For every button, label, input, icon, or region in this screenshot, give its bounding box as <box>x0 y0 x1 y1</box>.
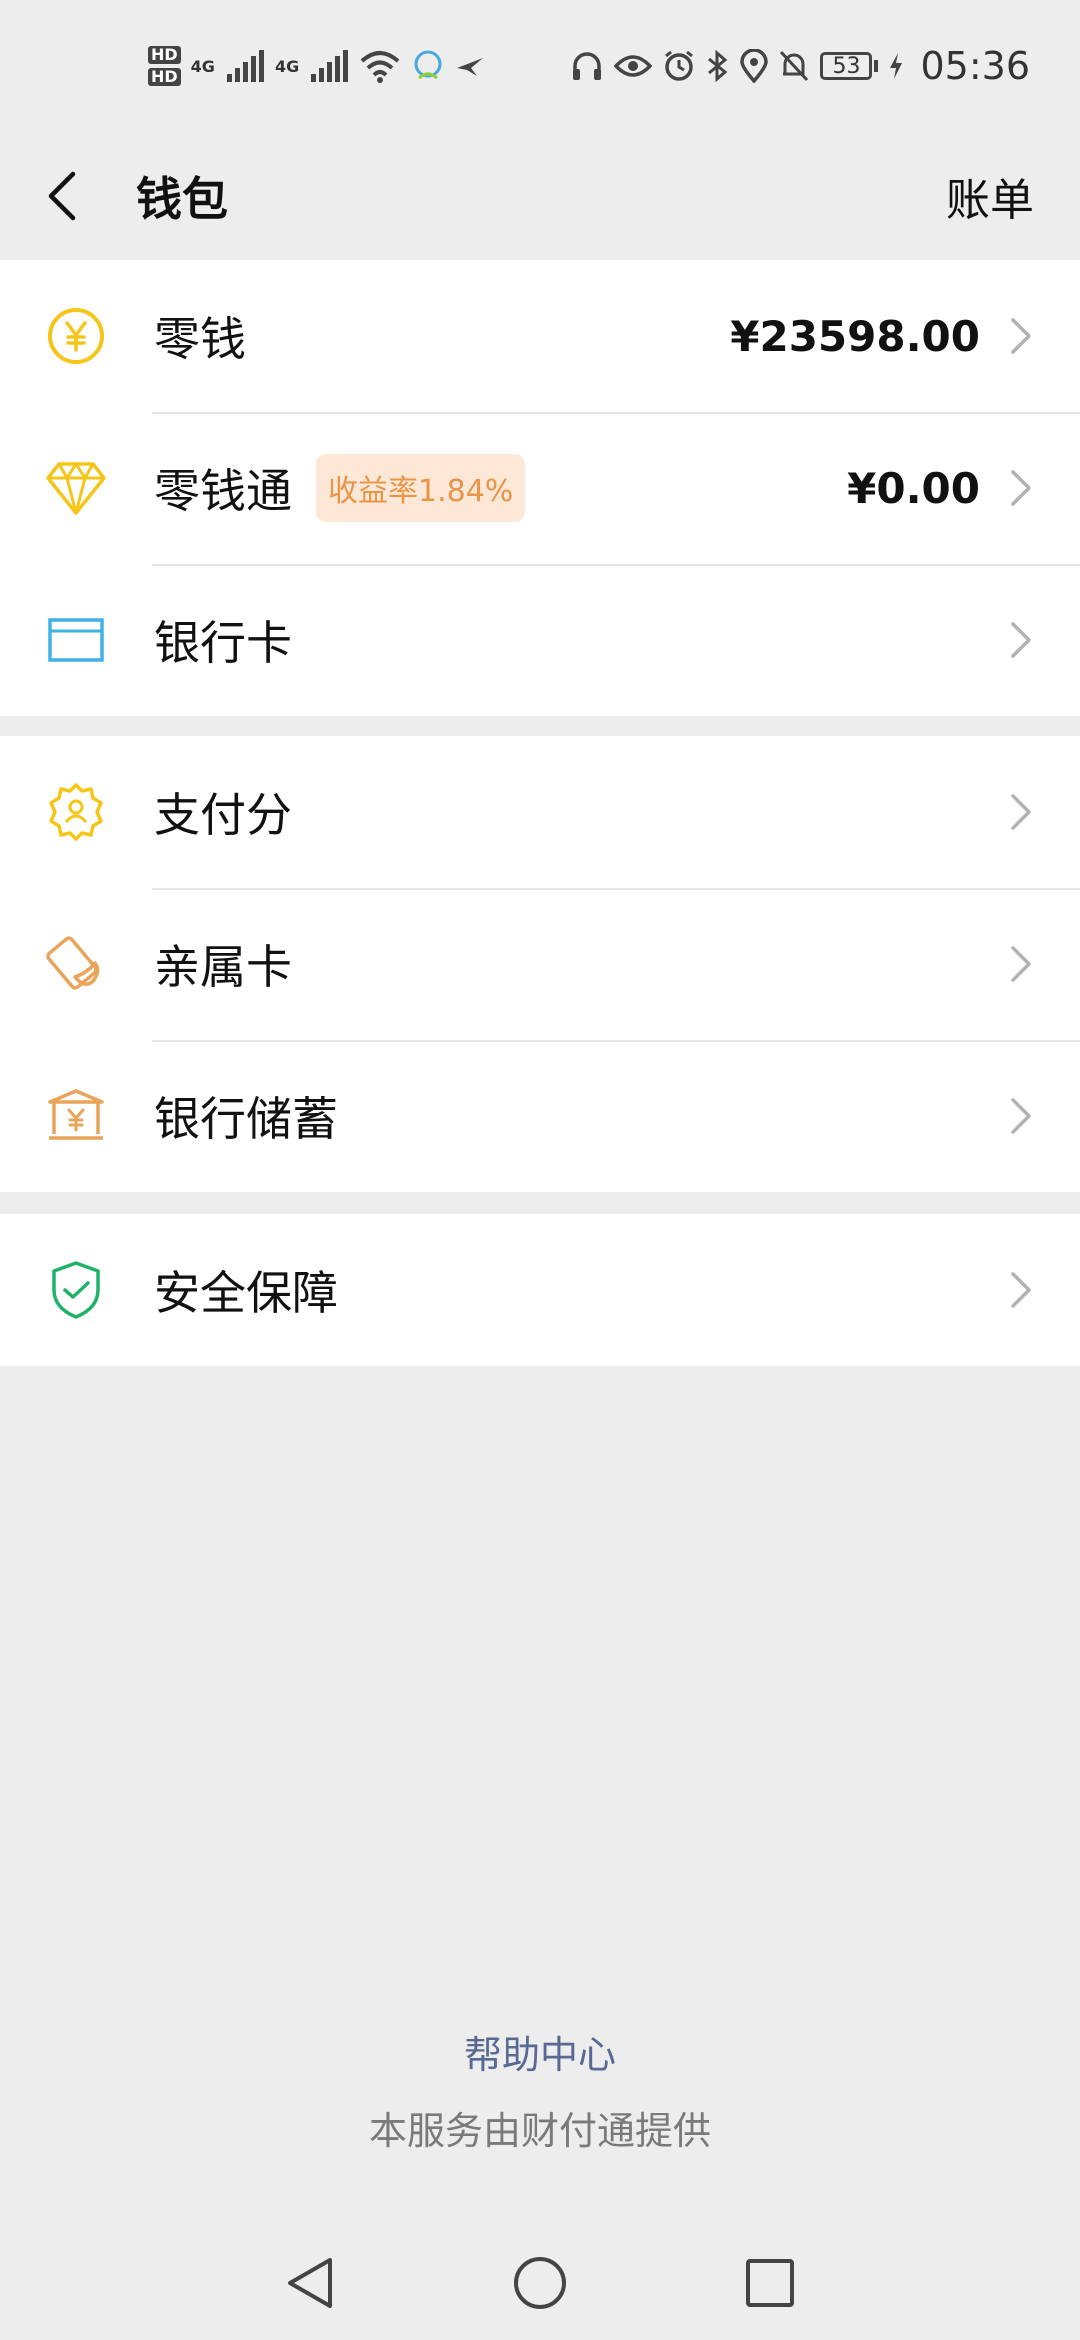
family-card-icon <box>44 932 108 996</box>
row-label: 亲属卡 <box>154 940 292 994</box>
row-bank-savings[interactable]: 银行储蓄 <box>0 1040 1080 1192</box>
signal-icon <box>311 50 349 82</box>
security-group: 安全保障 <box>0 1214 1080 1366</box>
chevron-right-icon <box>1010 620 1034 660</box>
app-notification-icon <box>414 50 442 80</box>
bank-card-icon <box>44 608 108 672</box>
page-title: 钱包 <box>136 172 228 226</box>
circle-home-icon <box>514 2257 566 2309</box>
headphone-icon <box>573 52 602 80</box>
signal-icon <box>226 50 264 82</box>
network2-label: 4G <box>274 56 300 76</box>
diamond-icon <box>44 456 108 520</box>
system-nav-bar <box>0 2226 1080 2340</box>
row-label: 零钱 <box>154 312 246 366</box>
pass-balance-value: ¥0.00 <box>847 463 980 513</box>
square-recents-icon <box>746 2259 794 2307</box>
sim1-label: HD <box>148 46 181 64</box>
row-label: 支付分 <box>154 788 292 842</box>
credit-score-icon <box>44 780 108 844</box>
charging-icon <box>890 53 903 79</box>
row-label: 零钱通 <box>154 464 292 518</box>
bluetooth-icon <box>708 49 728 83</box>
nav-recents-button[interactable] <box>735 2248 805 2318</box>
battery-level: 53 <box>820 52 873 80</box>
chevron-right-icon <box>1010 1270 1034 1310</box>
balance-value: ¥23598.00 <box>730 311 980 361</box>
wifi-icon <box>360 51 400 83</box>
row-label: 银行卡 <box>154 616 292 670</box>
bill-button[interactable]: 账单 <box>946 164 1034 228</box>
row-change-pass[interactable]: 零钱通 收益率1.84% ¥0.00 <box>0 412 1080 564</box>
location-icon <box>740 49 769 83</box>
battery-indicator: 53 <box>820 52 879 80</box>
chevron-right-icon <box>1010 468 1034 508</box>
nav-home-button[interactable] <box>505 2248 575 2318</box>
title-bar: 钱包 账单 <box>0 132 1080 260</box>
row-credit-score[interactable]: 支付分 <box>0 736 1080 888</box>
back-arrow-icon <box>48 171 76 221</box>
status-time: 05:36 <box>920 44 1030 88</box>
chevron-right-icon <box>1010 792 1034 832</box>
triangle-back-icon <box>288 2258 332 2308</box>
row-label: 银行储蓄 <box>154 1092 338 1146</box>
status-left: HD HD 4G 4G <box>148 46 485 86</box>
status-bar: HD HD 4G 4G 53 05:36 <box>0 0 1080 132</box>
row-bank-card[interactable]: 银行卡 <box>0 564 1080 716</box>
battery-tip <box>874 60 879 72</box>
bank-savings-icon <box>44 1084 108 1148</box>
sim2-label: HD <box>148 68 181 86</box>
help-center-link[interactable]: 帮助中心 <box>0 2024 1080 2079</box>
bird-icon <box>457 58 484 76</box>
chevron-right-icon <box>1010 1096 1034 1136</box>
chevron-right-icon <box>1010 316 1034 356</box>
eye-icon <box>614 55 653 77</box>
shield-check-icon <box>44 1258 108 1322</box>
row-family-card[interactable]: 亲属卡 <box>0 888 1080 1040</box>
row-change[interactable]: 零钱 ¥23598.00 <box>0 260 1080 412</box>
services-group: 支付分 亲属卡 银行储蓄 <box>0 736 1080 1192</box>
back-button[interactable] <box>32 156 92 236</box>
row-label: 安全保障 <box>154 1266 338 1320</box>
status-right: 53 05:36 <box>570 44 1030 88</box>
alarm-icon <box>665 50 694 81</box>
yuan-coin-icon <box>44 304 108 368</box>
network1-label: 4G <box>190 56 215 76</box>
provider-note: 本服务由财付通提供 <box>368 2109 711 2153</box>
row-security[interactable]: 安全保障 <box>0 1214 1080 1366</box>
nav-back-button[interactable] <box>275 2248 345 2318</box>
chevron-right-icon <box>1010 944 1034 984</box>
sim-indicator: HD HD <box>148 46 181 86</box>
mute-icon <box>780 50 809 82</box>
yield-badge: 收益率1.84% <box>316 454 526 522</box>
finance-group: 零钱 ¥23598.00 零钱通 收益率1.84% ¥0.00 银行卡 <box>0 260 1080 716</box>
